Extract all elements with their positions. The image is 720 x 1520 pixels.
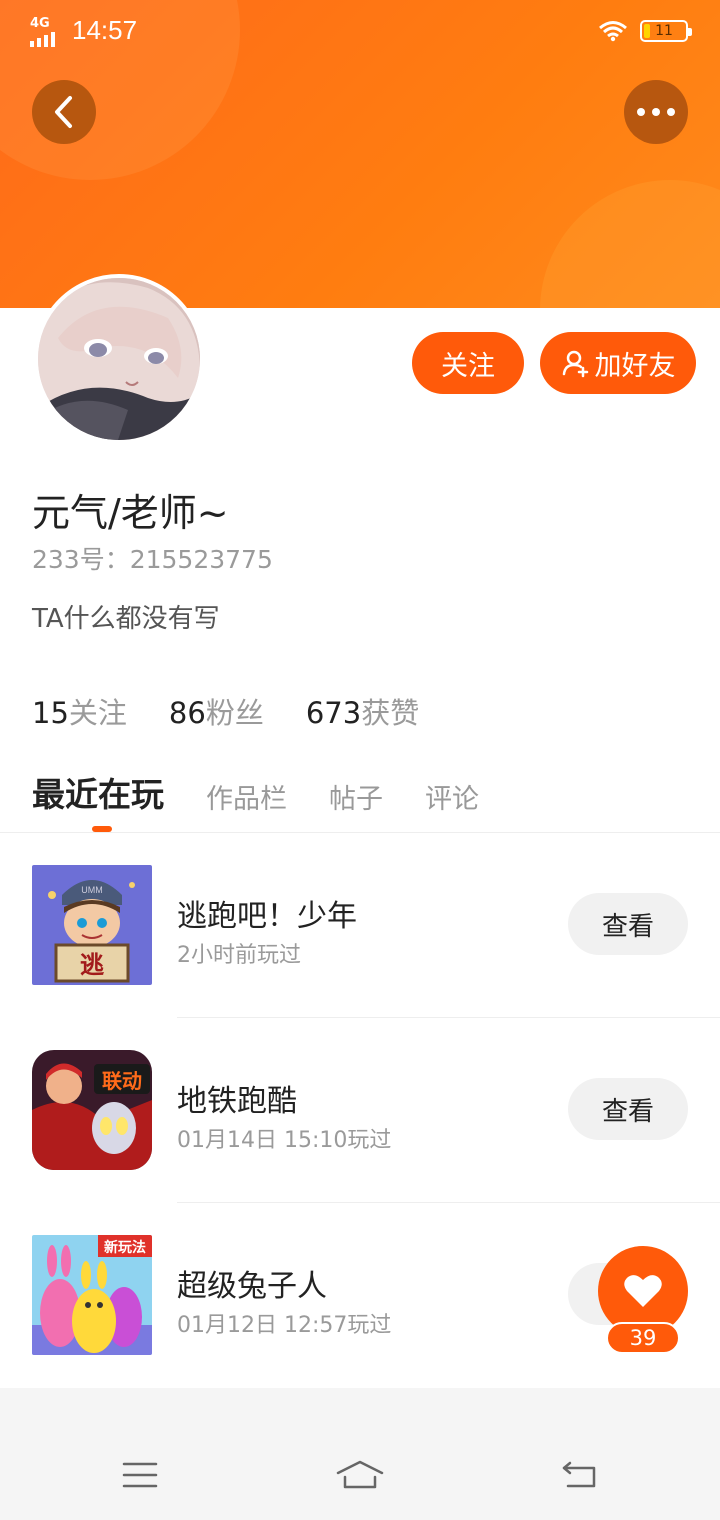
username: 元气/老师~ — [32, 491, 229, 535]
game-name: 超级兔子人 — [177, 1269, 327, 1304]
tab-recently-played[interactable]: 最近在玩 — [32, 768, 164, 816]
menu-icon — [122, 1462, 158, 1488]
network-type: 4G — [30, 16, 50, 31]
view-button-label: 查看 — [601, 1096, 654, 1127]
avatar-image — [38, 278, 200, 440]
stat-fans[interactable]: 86粉丝 — [169, 690, 264, 732]
stat-likes[interactable]: 673获赞 — [306, 690, 419, 732]
game-icon: 新玩法 — [32, 1235, 152, 1355]
home-button[interactable] — [330, 1452, 390, 1498]
game-icon-text: 逃 — [80, 951, 104, 979]
chevron-left-icon — [55, 96, 72, 128]
back-nav-button[interactable] — [550, 1452, 610, 1498]
view-button[interactable]: 查看 — [568, 893, 688, 955]
add-friend-button[interactable]: 加好友 — [540, 332, 696, 394]
profile-stats: 15关注 86粉丝 673获赞 — [32, 690, 419, 732]
game-icon: 联动 — [32, 1050, 152, 1170]
list-item[interactable]: UMM 逃 逃跑吧！少年 2小时前玩过 查看 — [0, 833, 720, 1018]
battery-level: 11 — [655, 23, 673, 39]
game-played-time: 01月12日 12:57玩过 — [177, 1313, 392, 1338]
game-icon-text: 新玩法 — [104, 1239, 146, 1256]
menu-button[interactable] — [110, 1452, 170, 1498]
user-id: 233号：215523775 — [32, 540, 273, 576]
stat-fans-count: 86 — [168, 696, 206, 730]
signal-icon — [30, 32, 55, 47]
tab-posts[interactable]: 帖子 — [329, 777, 383, 816]
tab-comments[interactable]: 评论 — [425, 777, 479, 816]
user-bio: TA什么都没有写 — [32, 604, 220, 634]
follow-button[interactable]: 关注 — [412, 332, 524, 394]
stat-fans-label: 粉丝 — [205, 696, 264, 730]
battery-icon: 11 — [640, 20, 692, 42]
back-arrow-icon — [562, 1461, 596, 1488]
home-icon — [336, 1460, 384, 1489]
view-button[interactable]: 查看 — [568, 1078, 688, 1140]
stat-following[interactable]: 15关注 — [32, 690, 127, 732]
game-played-time: 01月14日 15:10玩过 — [177, 1128, 392, 1153]
list-item[interactable]: 联动 地铁跑酷 01月14日 15:10玩过 查看 — [0, 1018, 720, 1203]
profile-tabs: 最近在玩 作品栏 帖子 评论 — [32, 768, 479, 816]
status-time: 14:57 — [72, 15, 138, 45]
tab-works[interactable]: 作品栏 — [206, 777, 287, 816]
stat-likes-label: 获赞 — [361, 696, 420, 730]
game-icon-text: 联动 — [102, 1069, 142, 1093]
more-options-button[interactable] — [624, 80, 688, 144]
avatar[interactable] — [34, 274, 204, 444]
game-name: 地铁跑酷 — [177, 1084, 297, 1119]
game-icon: UMM 逃 — [32, 865, 152, 985]
heart-icon — [624, 1275, 662, 1307]
back-button[interactable] — [32, 80, 96, 144]
user-id-label: 233号： — [32, 545, 130, 574]
game-played-time: 2小时前玩过 — [177, 943, 301, 968]
user-id-value: 215523775 — [129, 545, 273, 574]
follow-label: 关注 — [441, 350, 495, 382]
game-name: 逃跑吧！少年 — [177, 899, 357, 934]
like-count: 39 — [606, 1322, 680, 1354]
stat-following-count: 15 — [32, 696, 69, 730]
status-bar: 4G 14:57 11 — [0, 0, 720, 66]
wifi-icon — [599, 21, 627, 42]
system-nav-bar — [0, 1430, 720, 1520]
stat-likes-count: 673 — [305, 696, 362, 730]
view-button-label: 查看 — [601, 911, 654, 942]
more-dots-icon — [637, 108, 675, 116]
game-icon-hat-text: UMM — [81, 885, 103, 895]
stat-following-label: 关注 — [68, 696, 127, 730]
add-user-icon — [562, 350, 588, 378]
add-friend-label: 加好友 — [594, 350, 676, 382]
